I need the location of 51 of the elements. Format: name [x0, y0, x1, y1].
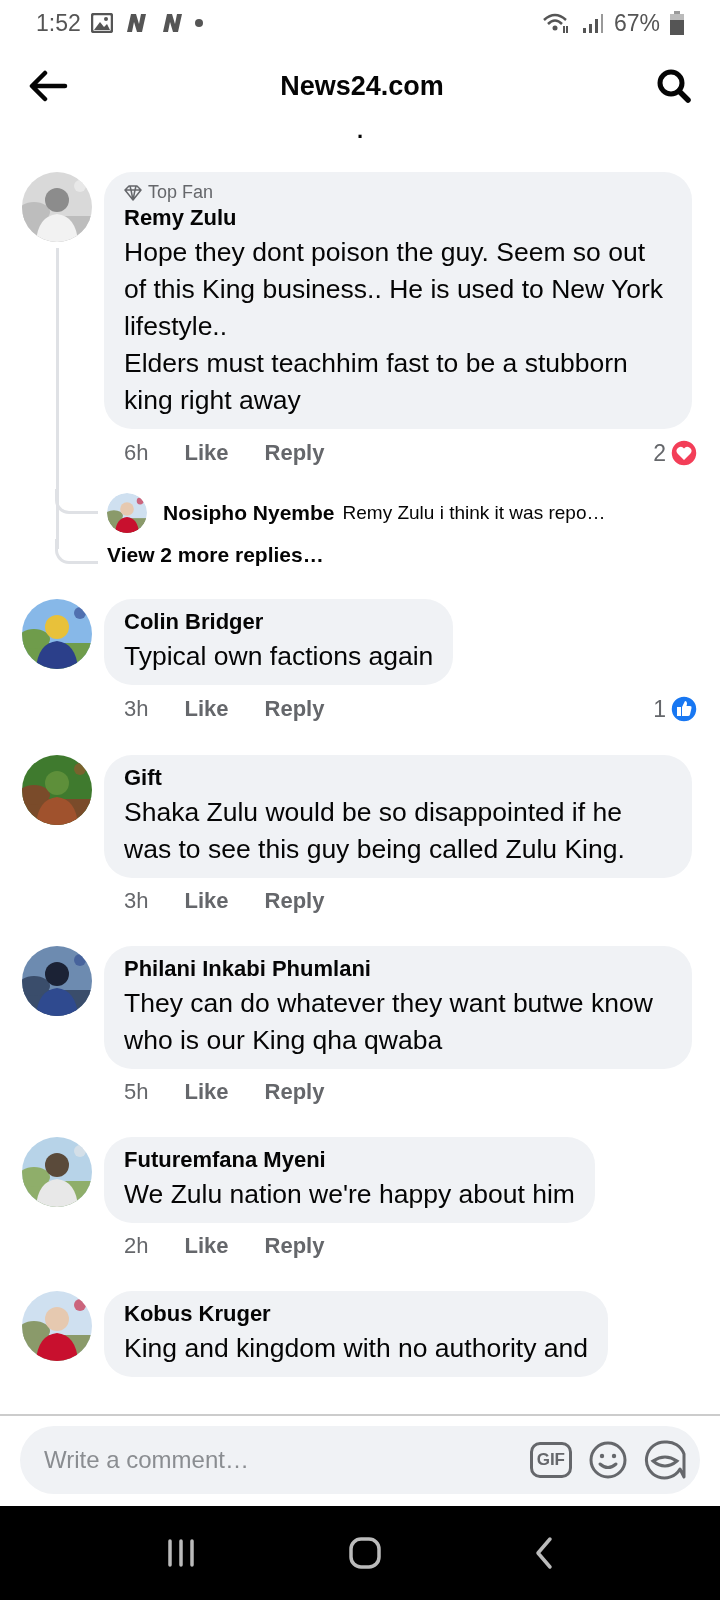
- dot-icon: [194, 19, 203, 27]
- comment-author[interactable]: Colin Bridger: [124, 609, 434, 635]
- comment-author[interactable]: Philani Inkabi Phumlani: [124, 956, 672, 982]
- comment-text: Hope they dont poison the guy. Seem so out of this King business.. He is used to New York lifestyle.. Elders must teachhim fast to be a stubborn king right away: [124, 236, 665, 417]
- comment-time: 6h: [124, 440, 149, 466]
- page-title: News24.com: [279, 70, 445, 102]
- status-time: 1:52: [36, 9, 81, 37]
- like-link[interactable]: Like: [184, 1079, 229, 1105]
- diamond-icon: [124, 184, 142, 201]
- recent-apps-icon[interactable]: [166, 1539, 196, 1567]
- image-icon: [90, 13, 113, 33]
- comment-text: Typical own factions again: [124, 640, 434, 673]
- battery-percentage: 67%: [613, 9, 660, 37]
- comment-time: 2h: [124, 1233, 149, 1259]
- battery-icon: [670, 11, 684, 35]
- reply-link[interactable]: Reply: [264, 888, 325, 914]
- top-fan-label: Top Fan: [148, 182, 214, 203]
- gif-button[interactable]: GIF: [529, 1442, 572, 1478]
- like-link[interactable]: Like: [184, 440, 229, 466]
- comment-author[interactable]: Remy Zulu: [124, 205, 672, 231]
- comment-text: King and kingdom with no authority and: [124, 1332, 589, 1365]
- comment-text: Shaka Zulu would be so disappointed if he was to see this guy being called Zulu King.: [124, 796, 626, 866]
- like-link[interactable]: Like: [184, 1233, 229, 1259]
- comment-author[interactable]: Kobus Kruger: [124, 1301, 589, 1327]
- reply-link[interactable]: Reply: [264, 696, 325, 722]
- reply-text: Remy Zulu i think it was repo…: [342, 502, 606, 524]
- comment-time: 3h: [124, 696, 149, 722]
- signal-icon: [581, 12, 604, 34]
- search-icon[interactable]: [656, 68, 692, 104]
- reply-link[interactable]: Reply: [264, 1079, 325, 1105]
- emoji-icon[interactable]: [588, 1440, 628, 1480]
- back-icon[interactable]: [534, 1536, 554, 1570]
- comment-author[interactable]: Futuremfana Myeni: [124, 1147, 575, 1173]
- reaction-count: 1: [653, 695, 666, 723]
- comment-time: 5h: [124, 1079, 149, 1105]
- like-link[interactable]: Like: [184, 696, 229, 722]
- comment-field[interactable]: Write a comment… GIF: [20, 1426, 700, 1494]
- comment-author[interactable]: Gift: [124, 765, 672, 791]
- reaction-count: 2: [653, 439, 666, 467]
- reply-author[interactable]: Nosipho Nyembe: [163, 501, 335, 525]
- text-fragment: .: [356, 126, 364, 145]
- comment-time: 3h: [124, 888, 149, 914]
- view-more-replies-link[interactable]: View 2 more replies…: [107, 543, 324, 567]
- home-icon[interactable]: [348, 1536, 382, 1570]
- reply-link[interactable]: Reply: [264, 440, 325, 466]
- reply-link[interactable]: Reply: [264, 1233, 325, 1259]
- comment-text: They can do whatever they want butwe know who is our King qha qwaba: [124, 987, 654, 1057]
- comment-text: We Zulu nation we're happy about him: [124, 1178, 575, 1211]
- sticker-icon[interactable]: [644, 1439, 686, 1481]
- like-link[interactable]: Like: [184, 888, 229, 914]
- back-arrow-icon[interactable]: [28, 70, 68, 102]
